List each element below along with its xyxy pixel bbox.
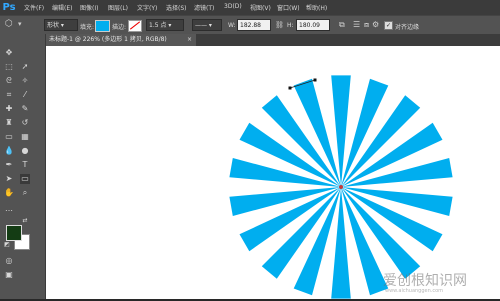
brush-tool-icon[interactable]: ✎ bbox=[20, 104, 30, 114]
watermark-text: 爱创根知识网 bbox=[383, 273, 467, 289]
menu-layer[interactable]: 图层(L) bbox=[108, 3, 128, 12]
path-arrangement-icon[interactable]: ⧈ bbox=[364, 20, 369, 30]
arrow-select-icon[interactable]: ➚ bbox=[20, 62, 30, 72]
quick-mask-icon[interactable]: ◎ bbox=[4, 256, 14, 266]
blur-tool-icon[interactable]: 💧 bbox=[4, 146, 14, 156]
menu-edit[interactable]: 编辑(E) bbox=[52, 3, 72, 12]
dodge-tool-icon[interactable]: ● bbox=[20, 146, 30, 156]
watermark-url: www.aichuanggen.com bbox=[385, 288, 444, 294]
starburst-artwork bbox=[229, 75, 453, 299]
stroke-color-swatch[interactable] bbox=[128, 20, 142, 32]
lasso-tool-icon[interactable]: ᘓ bbox=[4, 76, 14, 86]
menu-select[interactable]: 选择(S) bbox=[166, 3, 187, 12]
photoshop-logo: Ps bbox=[2, 2, 16, 13]
starburst-ray bbox=[341, 187, 453, 216]
marquee-tool-icon[interactable]: ⬚ bbox=[4, 62, 14, 72]
history-brush-icon[interactable]: ↺ bbox=[20, 118, 30, 128]
shape-mode-value: 形状 bbox=[47, 22, 60, 29]
eraser-tool-icon[interactable]: ▭ bbox=[4, 132, 14, 142]
fill-color-swatch[interactable] bbox=[95, 20, 110, 32]
clone-stamp-icon[interactable]: ♜ bbox=[4, 118, 14, 128]
document-tab-title: 未标题-1 @ 226% (多边形 1 拷贝, RGB/8) bbox=[49, 36, 167, 43]
path-operations-icon[interactable]: ⧉ bbox=[339, 20, 345, 30]
stroke-width-input[interactable]: 1.5 点 ▾ bbox=[146, 19, 184, 31]
magic-wand-icon[interactable]: ✧ bbox=[20, 76, 30, 86]
zoom-tool-icon[interactable]: ⌕ bbox=[20, 188, 30, 198]
type-tool-icon[interactable]: T bbox=[20, 160, 30, 170]
menu-3d[interactable]: 3D(D) bbox=[224, 3, 242, 10]
height-input[interactable]: 180.09 bbox=[296, 19, 330, 31]
menu-type[interactable]: 文字(Y) bbox=[137, 3, 157, 12]
align-edges-label: 对齐边缘 bbox=[395, 24, 420, 31]
move-tool-icon[interactable]: ✥ bbox=[4, 48, 14, 58]
starburst-ray bbox=[229, 158, 341, 187]
align-edges-checkbox[interactable]: ✓ bbox=[384, 21, 393, 30]
canvas-area[interactable] bbox=[46, 46, 500, 299]
screen-mode-icon[interactable]: ▣ bbox=[4, 270, 14, 280]
pen-tool-icon[interactable]: ✒ bbox=[4, 160, 14, 170]
stroke-label: 描边: bbox=[112, 24, 127, 31]
w-label: W: bbox=[228, 22, 236, 29]
polygon-tool-icon[interactable]: ⬡ bbox=[5, 19, 13, 29]
center-point bbox=[339, 185, 343, 189]
stroke-width-value: 1.5 点 bbox=[149, 22, 167, 29]
eyedropper-icon[interactable]: ⁄ bbox=[20, 90, 30, 100]
gear-icon[interactable]: ⚙ bbox=[372, 20, 379, 30]
starburst-ray bbox=[229, 187, 341, 216]
path-alignment-icon[interactable]: ☰ bbox=[353, 20, 360, 30]
options-bar: ⬡ ▾ 形状 ▾ 填充: 描边: 1.5 点 ▾ —— ▾ W: 182.88 … bbox=[0, 15, 500, 36]
link-icon[interactable]: ⛓ bbox=[275, 20, 284, 30]
menu-filter[interactable]: 滤镜(T) bbox=[194, 3, 214, 12]
document-tab[interactable]: 未标题-1 @ 226% (多边形 1 拷贝, RGB/8) × bbox=[46, 34, 196, 46]
menu-image[interactable]: 图像(I) bbox=[80, 3, 98, 12]
healing-brush-icon[interactable]: ✚ bbox=[4, 104, 14, 114]
stroke-type-select[interactable]: —— ▾ bbox=[192, 19, 222, 31]
menu-window[interactable]: 窗口(W) bbox=[277, 3, 300, 12]
default-colors-icon[interactable]: ◩ bbox=[2, 240, 12, 250]
shape-mode-select[interactable]: 形状 ▾ bbox=[44, 19, 78, 31]
path-anchor-point[interactable] bbox=[288, 86, 292, 90]
width-input[interactable]: 182.88 bbox=[237, 19, 271, 31]
crop-tool-icon[interactable]: ⌗ bbox=[4, 90, 14, 100]
path-select-icon[interactable]: ➤ bbox=[4, 174, 14, 184]
menu-bar: Ps 文件(F) 编辑(E) 图像(I) 图层(L) 文字(Y) 选择(S) 滤… bbox=[0, 0, 500, 15]
document-tab-bar: 未标题-1 @ 226% (多边形 1 拷贝, RGB/8) × bbox=[46, 34, 500, 46]
fill-label: 填充: bbox=[80, 24, 95, 31]
hand-tool-icon[interactable]: ✋ bbox=[4, 188, 14, 198]
chevron-down-icon[interactable]: ▾ bbox=[18, 19, 22, 29]
width-value: 182.88 bbox=[240, 22, 261, 29]
menu-file[interactable]: 文件(F) bbox=[24, 3, 44, 12]
close-icon[interactable]: × bbox=[187, 34, 192, 46]
height-value: 180.09 bbox=[299, 22, 320, 29]
more-tools-icon[interactable]: … bbox=[4, 204, 14, 214]
shape-tool-icon[interactable]: ▭ bbox=[20, 174, 30, 184]
foreground-color-swatch[interactable] bbox=[6, 225, 22, 241]
menu-help[interactable]: 帮助(H) bbox=[306, 3, 327, 12]
tools-panel: ✥ ⬚ ➚ ᘓ ✧ ⌗ ⁄ ✚ ✎ ♜ ↺ ▭ ▦ 💧 ● ✒ T ➤ ▭ ✋ … bbox=[0, 34, 46, 299]
menu-view[interactable]: 视图(V) bbox=[250, 3, 271, 12]
path-anchor-point[interactable] bbox=[313, 78, 317, 82]
h-label: H: bbox=[287, 22, 294, 29]
gradient-tool-icon[interactable]: ▦ bbox=[20, 132, 30, 142]
starburst-ray bbox=[341, 158, 453, 187]
